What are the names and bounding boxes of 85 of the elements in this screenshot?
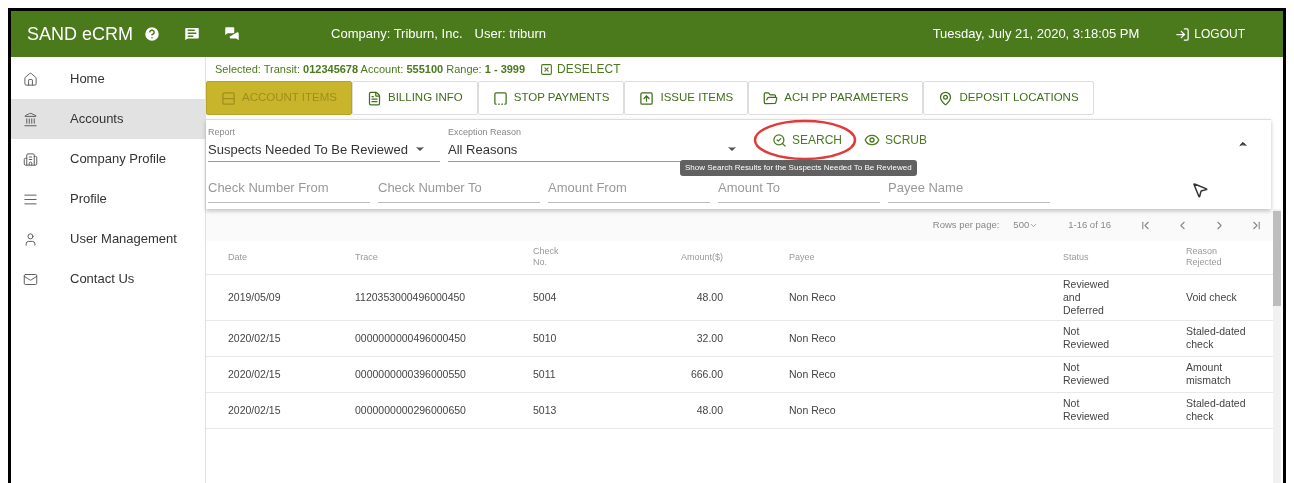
table-cell-text: 2020/02/15	[228, 367, 282, 381]
tab[interactable]: ISSUE ITEMS	[624, 81, 749, 115]
report-select[interactable]: Report Suspects Needed To Be Reviewed	[208, 126, 440, 162]
column-header: Reason Rejected	[1186, 246, 1223, 268]
table-cell-text: 48.00	[695, 290, 723, 304]
company-label: Company: Triburn, Inc.	[331, 25, 463, 44]
date-time: Tuesday, July 21, 2020, 3:18:05 PM	[932, 25, 1140, 44]
chat-icon[interactable]	[223, 25, 241, 43]
sidebar-item[interactable]: Home	[11, 59, 205, 99]
building-icon	[23, 151, 38, 167]
sidebar-item[interactable]: Company Profile	[11, 139, 205, 179]
table-cell-text: 0000000000496000450	[355, 331, 467, 345]
cursor-icon	[1191, 180, 1209, 199]
table-cell-text: 0000000000296000650	[355, 403, 467, 417]
table-cell-text: 2020/02/15	[228, 403, 282, 417]
table-cell-text: 48.00	[695, 403, 723, 417]
column-header: Date	[228, 251, 248, 263]
table-cell-text: 5011	[533, 367, 557, 381]
mail-icon	[23, 271, 38, 287]
sidebar-item[interactable]: Contact Us	[11, 259, 205, 299]
filter-input[interactable]: Check Number To	[378, 170, 540, 203]
square-icon	[492, 90, 508, 106]
search-icon	[772, 132, 787, 148]
table-cell-text: Reviewed and Deferred	[1063, 277, 1111, 317]
dropdown-icon	[1029, 221, 1039, 230]
sidebar-item[interactable]: Accounts	[11, 99, 205, 139]
logout-button[interactable]: LOGOUT	[1175, 25, 1245, 43]
filter-input[interactable]: Payee Name	[888, 170, 1050, 203]
logout-icon	[1175, 26, 1191, 42]
rows-icon	[221, 90, 236, 106]
bank-icon	[23, 111, 38, 127]
column-header: Amount($)	[679, 251, 723, 263]
rows-per-page-label: Rows per page:	[932, 218, 1000, 233]
rows-per-page-select[interactable]: 500	[1013, 218, 1039, 233]
table-cell-text: 5010	[533, 331, 558, 345]
tab[interactable]: ACH PP PARAMETERS	[748, 81, 924, 115]
folder-icon	[763, 90, 779, 106]
pin-icon	[938, 90, 954, 106]
upload-icon	[639, 90, 655, 106]
sidebar-item[interactable]: Profile	[11, 179, 205, 219]
scrub-button[interactable]: SCRUB	[864, 128, 928, 152]
help-icon[interactable]	[143, 25, 161, 43]
page-range: 1-16 of 16	[1068, 218, 1111, 233]
table-cell-text: Not Reviewed	[1063, 397, 1111, 423]
table-cell-text: 666.00	[689, 367, 723, 381]
tooltip: Show Search Results for the Suspects Needed To Be Reviewed	[680, 160, 917, 176]
filter-input[interactable]: Check Number From	[208, 170, 370, 203]
table-cell-text: Not Reviewed	[1063, 361, 1111, 387]
document-icon	[367, 90, 382, 106]
table-cell-text: 2019/05/09	[228, 290, 282, 304]
table-cell-text: Non Reco	[788, 331, 837, 345]
last-page-icon[interactable]	[1250, 219, 1263, 232]
column-header: Check No.	[533, 246, 560, 268]
table-cell-text: Staled-dated check	[1186, 325, 1247, 351]
user-label: User: triburn	[474, 25, 547, 44]
table-cell-text: 2020/02/15	[228, 331, 282, 345]
column-header: Status	[1063, 251, 1090, 263]
message-icon[interactable]	[183, 25, 201, 43]
table-cell-text: Void check	[1186, 290, 1238, 304]
table-cell-text: Non Reco	[788, 290, 837, 304]
table-cell-text: 1120353000496000450	[355, 290, 467, 304]
table-cell-text: Staled-dated check	[1186, 397, 1247, 423]
tab[interactable]: BILLING INFO	[352, 81, 478, 115]
user-icon	[23, 231, 38, 247]
eye-icon	[864, 132, 880, 148]
table-cell-text: 5004	[533, 290, 558, 304]
home-icon	[23, 71, 38, 87]
table-cell-text: 0000000000396000550	[355, 367, 467, 381]
table-cell-text: Not Reviewed	[1063, 325, 1111, 351]
column-header: Payee	[788, 251, 816, 263]
app-title: SAND eCRM	[27, 22, 133, 46]
sidebar-item[interactable]: User Management	[11, 219, 205, 259]
table-cell-text: Non Reco	[788, 367, 837, 381]
tab[interactable]: DEPOSIT LOCATIONS	[923, 81, 1094, 115]
table-cell-text: 32.00	[695, 331, 723, 345]
lines-icon	[23, 191, 38, 207]
deselect-button[interactable]: DESELECT	[539, 60, 621, 78]
tab[interactable]: STOP PAYMENTS	[477, 81, 625, 115]
column-header: Trace	[355, 251, 379, 263]
clear-icon	[539, 62, 555, 76]
table-cell-text: Amount mismatch	[1186, 361, 1232, 387]
selection-summary: Selected: Transit: 012345678 Account: 555100 Range: 1 - 3999	[215, 61, 526, 77]
table-cell-text: Non Reco	[788, 403, 837, 417]
first-page-icon[interactable]	[1139, 219, 1152, 232]
table-cell-text: 5013	[533, 403, 558, 417]
